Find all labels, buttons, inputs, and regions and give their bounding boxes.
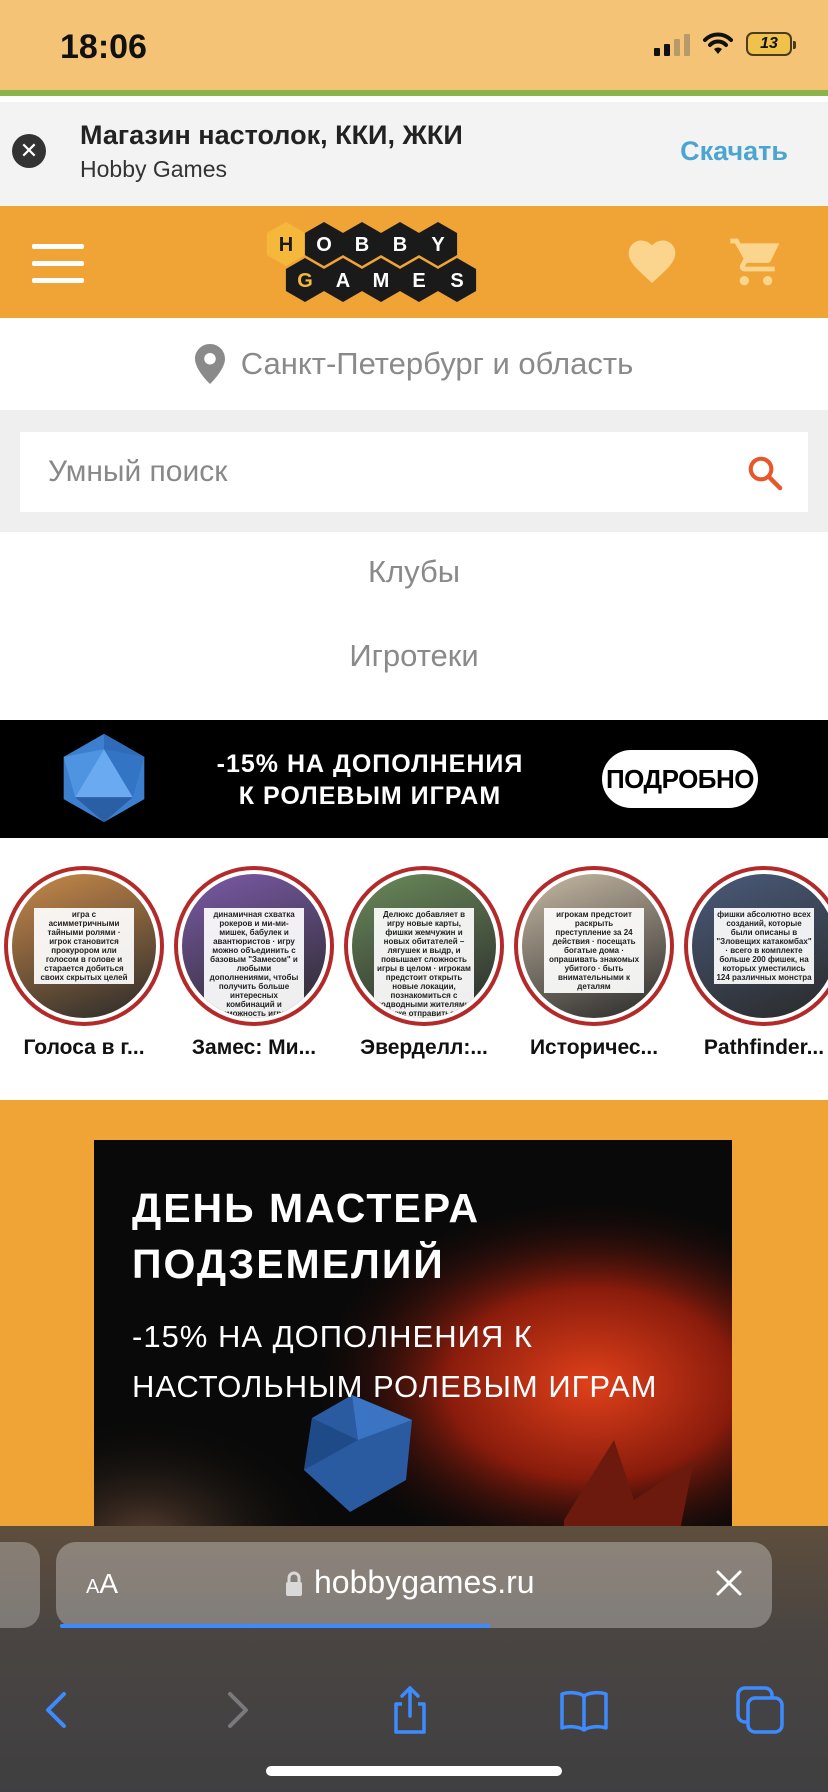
promo-line-1: -15% НА ДОПОЛНЕНИЯ [216,750,524,778]
close-icon[interactable]: ✕ [12,134,46,168]
lock-icon [286,1571,302,1596]
story-caption: Делюкс добавляет в игру новые карты, фиш… [374,908,474,1018]
story-ring: динамичная схватка рокеров и ми-ми-мишек… [174,866,334,1026]
story-ring: игра с асимметричными тайными ролями · и… [4,866,164,1026]
promo-text: -15% НА ДОПОЛНЕНИЯ К РОЛЕВЫМ ИГРАМ [180,748,560,812]
promo-strip[interactable]: -15% НА ДОПОЛНЕНИЯ К РОЛЕВЫМ ИГРАМ ПОДРО… [0,720,828,838]
story-thumbnail: игрокам предстоит раскрыть преступление … [522,874,666,1018]
heart-icon[interactable] [624,234,680,290]
address-bar[interactable]: AA hobbygames.ru [56,1542,772,1628]
story-item[interactable]: динамичная схватка рокеров и ми-ми-мишек… [174,866,334,1060]
logo-letter: S [450,270,463,292]
story-ring: фишки абсолютно всех созданий, которые б… [684,866,828,1026]
logo-letter: H [279,234,293,256]
location-text: Санкт-Петербург и область [240,346,634,381]
logo-letter: A [336,270,350,292]
promo-details-button[interactable]: ПОДРОБНО [602,750,758,808]
stories-carousel[interactable]: игра с асимметричными тайными ролями · и… [0,838,828,1100]
search-icon[interactable] [746,454,784,492]
story-ring: Делюкс добавляет в игру новые карты, фиш… [344,866,504,1026]
browser-toolbar: AA hobbygames.ru [0,1526,828,1792]
text-size-button[interactable]: AA [86,1568,118,1600]
search-section [0,410,828,532]
story-caption: игрокам предстоит раскрыть преступление … [544,908,644,993]
banner-title: ДЕНЬ МАСТЕРА ПОДЗЕМЕЛИЙ [132,1180,480,1292]
banner-subtitle-line-2: НАСТОЛЬНЫМ РОЛЕВЫМ ИГРАМ [132,1369,658,1404]
url-text: hobbygames.ru [314,1564,535,1600]
story-label: Замес: Ми... [191,1036,317,1059]
story-thumbnail: динамичная схватка рокеров и ми-ми-мишек… [182,874,326,1018]
game-libraries-link[interactable]: Игротеки [0,638,828,674]
bookmarks-icon[interactable] [558,1684,610,1736]
search-input[interactable] [48,432,708,512]
banner-title: Магазин настолок, ККИ, ЖКИ [80,120,463,150]
logo-letter: E [412,270,425,292]
story-label: Историчес... [529,1036,659,1059]
story-thumbnail: Делюкс добавляет в игру новые карты, фиш… [352,874,496,1018]
logo-letter: Y [431,234,445,256]
promo-line-2: К РОЛЕВЫМ ИГРАМ [238,782,502,810]
text-size-small-a: A [86,1576,100,1598]
back-icon[interactable] [32,1684,84,1736]
banner-subtitle-line-1: -15% НА ДОПОЛНЕНИЯ К [132,1319,533,1354]
story-ring: игрокам предстоит раскрыть преступление … [514,866,674,1026]
story-caption: динамичная схватка рокеров и ми-ми-мишек… [204,908,304,1018]
story-caption: игра с асимметричными тайными ролями · и… [34,908,134,984]
logo-letter: M [373,270,390,292]
story-thumbnail: игра с асимметричными тайными ролями · и… [12,874,156,1018]
location-pin-icon [194,344,225,384]
previous-tab[interactable] [0,1542,40,1628]
banner-title-line-2: ПОДЗЕМЕЛИЙ [132,1241,445,1287]
site-header: H O B B Y G A ME S [0,206,828,318]
tabs-icon[interactable] [734,1684,786,1736]
story-label: Голоса в г... [23,1036,145,1059]
cart-icon[interactable] [726,234,786,290]
story-item[interactable]: Делюкс добавляет в игру новые карты, фиш… [344,866,504,1060]
story-item[interactable]: игрокам предстоит раскрыть преступление … [514,866,674,1060]
dungeon-master-day-banner[interactable]: ДЕНЬ МАСТЕРА ПОДЗЕМЕЛИЙ -15% НА ДОПОЛНЕН… [94,1140,732,1560]
status-icons: 13 [654,32,796,56]
signal-icon [654,32,690,56]
story-label: Эверделл:... [360,1036,488,1059]
clubs-link[interactable]: Клубы [0,554,828,590]
battery-icon: 13 [746,32,796,56]
page-load-progress [60,1624,490,1628]
story-caption: фишки абсолютно всех созданий, которые б… [714,908,814,984]
logo-letter: B [393,234,407,256]
banner-subtitle: Hobby Games [80,156,228,182]
location-selector[interactable]: Санкт-Петербург и область [0,318,828,410]
text-size-large-a: A [99,1568,119,1599]
share-icon[interactable] [384,1684,436,1736]
story-item[interactable]: игра с асимметричными тайными ролями · и… [4,866,164,1060]
banner-title-line-1: ДЕНЬ МАСТЕРА [132,1185,481,1231]
battery-level: 13 [760,35,778,52]
status-time: 18:06 [60,28,147,66]
status-bar: 18:06 13 [0,0,828,96]
hobby-games-logo[interactable]: H O B B Y G A M E S [264,220,494,306]
menu-icon[interactable] [32,244,84,284]
logo-letter: O [316,234,332,256]
story-label: Pathfinder... [703,1036,825,1059]
banner-subtitle: -15% НА ДОПОЛНЕНИЯ К НАСТОЛЬНЫМ РОЛЕВЫМ … [132,1312,658,1412]
wifi-icon [703,32,733,54]
story-thumbnail: фишки абсолютно всех созданий, которые б… [692,874,828,1018]
forward-icon[interactable] [210,1684,262,1736]
story-item[interactable]: фишки абсолютно всех созданий, которые б… [684,866,828,1060]
stop-loading-icon[interactable] [714,1568,744,1598]
d20-dice-icon [63,733,145,823]
smart-app-banner: ✕ Магазин настолок, ККИ, ЖКИ Hobby Games… [0,102,828,206]
home-indicator [266,1766,562,1776]
download-button[interactable]: Скачать [680,136,788,167]
search-box [20,432,808,512]
logo-letter: G [297,270,313,292]
logo-letter: B [355,234,369,256]
